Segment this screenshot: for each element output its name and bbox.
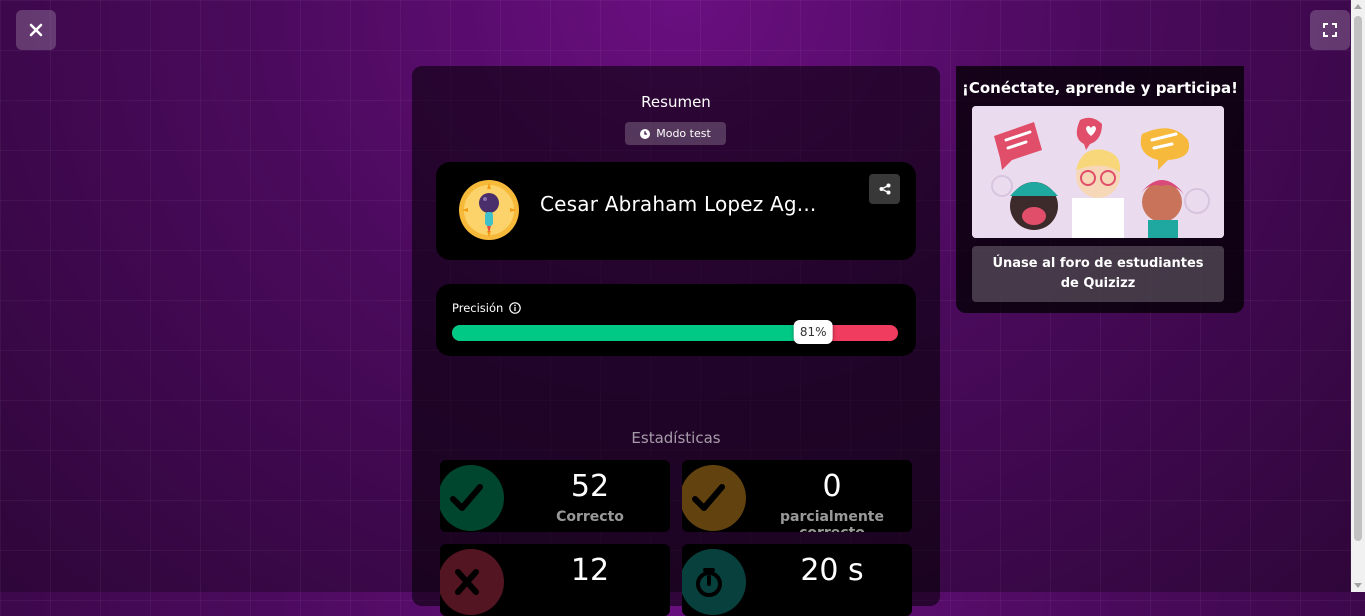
stat-value: 12 [570, 553, 610, 588]
mode-badge: Modo test [625, 122, 726, 145]
accuracy-bar-fill [452, 325, 814, 341]
accuracy-label: Precisión [452, 301, 504, 315]
stat-icon-bg [682, 465, 746, 531]
scroll-up-arrow[interactable] [1354, 4, 1362, 9]
mode-label: Modo test [656, 127, 711, 140]
scrollbar-thumb[interactable] [1354, 16, 1362, 541]
close-icon [29, 23, 43, 37]
stat-icon-bg [440, 549, 504, 615]
stat-label: Correcto [556, 509, 624, 525]
scroll-down-arrow[interactable] [1354, 583, 1362, 588]
stat-card-time: 20 s [682, 544, 912, 616]
x-icon [455, 569, 479, 595]
timer-icon [696, 568, 722, 597]
share-icon [879, 183, 890, 195]
join-forum-button[interactable]: Únase al foro de estudiantes de Quizizz [972, 246, 1224, 302]
user-card: Cesar Abraham Lopez Ag... [436, 162, 916, 260]
stat-icon-bg [682, 549, 746, 615]
clock-icon [640, 128, 651, 139]
check-icon [450, 484, 483, 511]
stat-value: 0 [822, 469, 842, 504]
stat-icon-bg [440, 465, 504, 531]
accuracy-bar: 81% [452, 320, 898, 344]
stat-value: 52 [570, 469, 610, 504]
info-icon[interactable] [509, 302, 522, 314]
stat-card-partial: 0 parcialmente correcto [682, 460, 912, 532]
page-scrollbar[interactable] [1351, 0, 1365, 592]
stat-value: 20 s [800, 553, 864, 588]
community-illustration [972, 106, 1224, 238]
user-name: Cesar Abraham Lopez Ag... [540, 192, 817, 216]
stat-card-incorrect: 12 [440, 544, 670, 616]
stat-label: parcialmente correcto [780, 509, 884, 532]
fullscreen-icon [1323, 23, 1337, 37]
close-button[interactable] [16, 10, 56, 50]
community-title: ¡Conéctate, aprende y participa! [962, 79, 1238, 97]
share-button[interactable] [869, 174, 900, 204]
summary-panel: Resumen Modo test Cesar Abraham Lopez Ag… [412, 66, 940, 616]
accuracy-label-row: Precisión [452, 301, 522, 315]
stat-card-correct: 52 Correcto [440, 460, 670, 532]
accuracy-value: 81% [793, 320, 833, 344]
community-panel: ¡Conéctate, aprende y participa! Únase a… [956, 66, 1244, 313]
fullscreen-button[interactable] [1310, 10, 1350, 50]
summary-title: Resumen [641, 93, 711, 111]
accuracy-card: Precisión 81% [436, 284, 916, 356]
check-icon [692, 484, 725, 511]
students-illustration [972, 106, 1224, 238]
stats-title: Estadísticas [631, 429, 721, 447]
avatar [459, 180, 519, 240]
